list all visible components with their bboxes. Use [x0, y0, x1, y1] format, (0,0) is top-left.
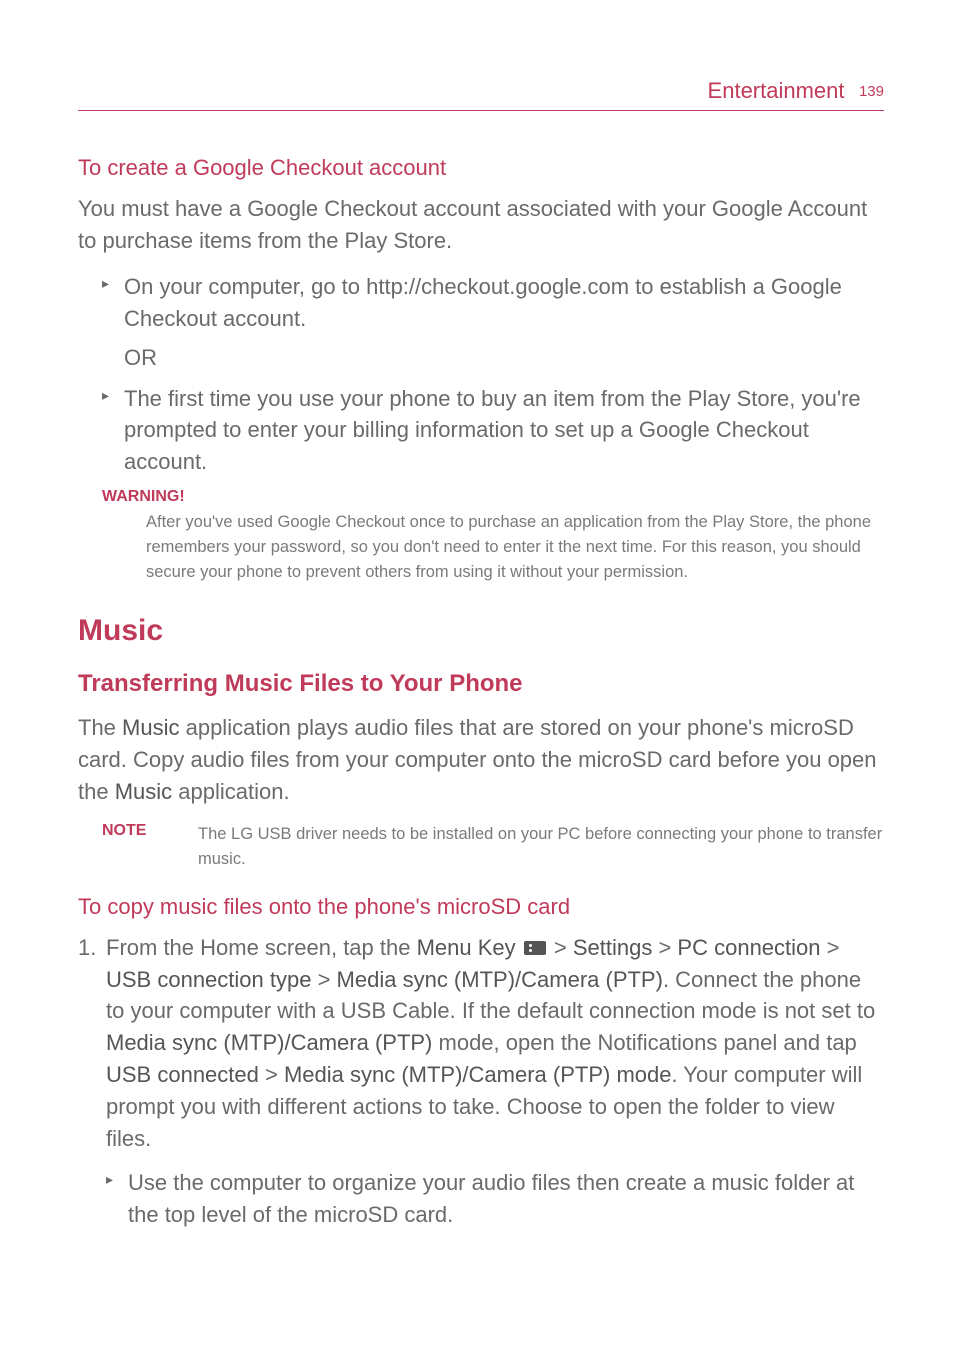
list-item: The first time you use your phone to buy… — [102, 383, 884, 479]
list-item: On your computer, go to http://checkout.… — [102, 271, 884, 335]
bold-music-1: Music — [122, 715, 179, 740]
header-section-name: Entertainment — [708, 78, 845, 103]
text-fragment: > — [311, 967, 336, 992]
list-marker: 1. — [78, 932, 96, 964]
menu-key-icon — [524, 941, 546, 955]
paragraph-music-intro: The Music application plays audio files … — [78, 712, 884, 808]
header-page-number: 139 — [859, 83, 884, 100]
bold-media-sync-2: Media sync (MTP)/Camera (PTP) — [106, 1030, 432, 1055]
or-separator: OR — [124, 345, 884, 371]
ordered-list-item-1: 1. From the Home screen, tap the Menu Ke… — [78, 932, 884, 1155]
warning-block: WARNING! After you've used Google Checko… — [102, 488, 884, 584]
bold-usb-type: USB connection type — [106, 967, 311, 992]
text-fragment: > — [548, 935, 573, 960]
bullet-list-checkout-2: The first time you use your phone to buy… — [102, 383, 884, 479]
bold-media-sync-mode: Media sync (MTP)/Camera (PTP) mode — [284, 1062, 672, 1087]
bold-pc-connection: PC connection — [677, 935, 820, 960]
text-fragment: From the Home screen, tap the — [106, 935, 417, 960]
bold-usb-connected: USB connected — [106, 1062, 259, 1087]
text-fragment: > — [821, 935, 840, 960]
bold-menu-key: Menu Key — [417, 935, 516, 960]
text-fragment: > — [259, 1062, 284, 1087]
heading-transferring: Transferring Music Files to Your Phone — [78, 670, 884, 698]
note-label: NOTE — [102, 822, 154, 840]
text-fragment: application. — [172, 779, 289, 804]
text-fragment: mode, open the Notifications panel and t… — [432, 1030, 856, 1055]
paragraph-checkout-intro: You must have a Google Checkout account … — [78, 193, 884, 257]
warning-text: After you've used Google Checkout once t… — [146, 510, 884, 584]
text-fragment: > — [652, 935, 677, 960]
bold-media-sync-1: Media sync (MTP)/Camera (PTP) — [337, 967, 663, 992]
heading-create-checkout: To create a Google Checkout account — [78, 155, 884, 181]
heading-music: Music — [78, 614, 884, 648]
document-page: Entertainment 139 To create a Google Che… — [0, 0, 954, 1301]
list-item: Use the computer to organize your audio … — [106, 1167, 884, 1231]
running-header: Entertainment 139 — [78, 78, 884, 111]
bold-settings: Settings — [573, 935, 653, 960]
sub-bullet-list: Use the computer to organize your audio … — [106, 1167, 884, 1231]
heading-copy-music: To copy music files onto the phone's mic… — [78, 894, 884, 920]
note-text: The LG USB driver needs to be installed … — [198, 822, 884, 872]
text-fragment: The — [78, 715, 122, 740]
note-block: NOTE The LG USB driver needs to be insta… — [102, 822, 884, 872]
bullet-list-checkout: On your computer, go to http://checkout.… — [102, 271, 884, 335]
bold-music-2: Music — [115, 779, 172, 804]
warning-label: WARNING! — [102, 488, 884, 506]
